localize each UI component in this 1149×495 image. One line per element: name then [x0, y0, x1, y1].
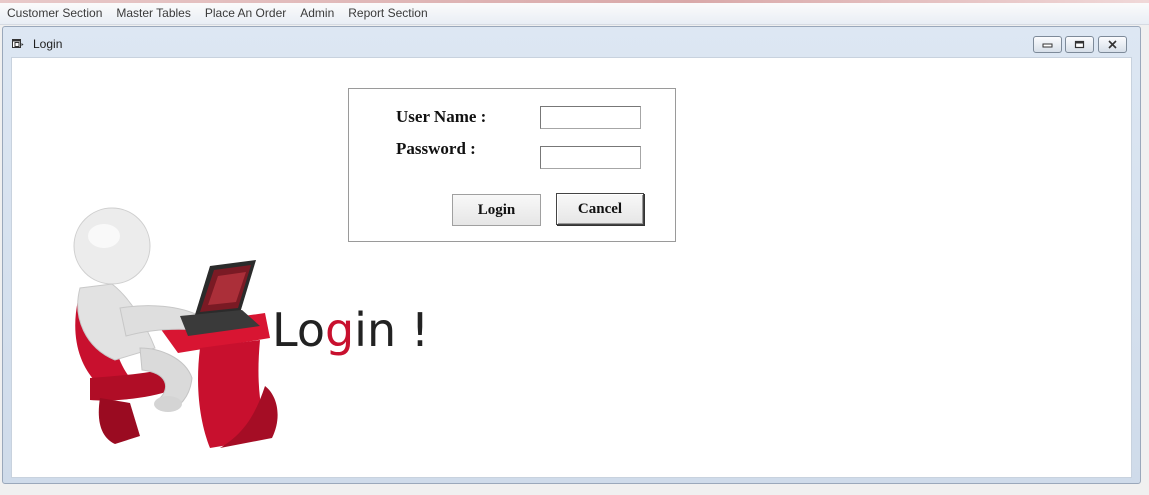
window-title: Login [33, 37, 63, 51]
restore-icon [1074, 40, 1085, 49]
menu-bar: Customer Section Master Tables Place An … [0, 3, 1149, 25]
laptop [180, 260, 260, 336]
menu-report-section[interactable]: Report Section [341, 3, 434, 24]
menu-customer-section[interactable]: Customer Section [0, 3, 109, 24]
menu-master-tables[interactable]: Master Tables [109, 3, 197, 24]
login-form-area: User Name : Password : Login Cancel Logi… [11, 57, 1132, 478]
login-caption: Login ! [272, 303, 429, 357]
cancel-button[interactable]: Cancel [556, 193, 644, 225]
login-illustration: Login ! [73, 207, 429, 448]
username-input[interactable] [540, 106, 641, 129]
close-button[interactable] [1098, 36, 1127, 53]
username-label: User Name : [396, 107, 487, 126]
restore-button[interactable] [1065, 36, 1094, 53]
password-input[interactable] [540, 146, 641, 169]
window-title-bar[interactable]: Login [3, 27, 1140, 57]
minimize-button[interactable] [1033, 36, 1062, 53]
close-icon [1108, 40, 1117, 49]
menu-place-an-order[interactable]: Place An Order [198, 3, 293, 24]
login-button[interactable]: Login [452, 194, 541, 226]
password-label: Password : [396, 139, 476, 158]
menu-admin[interactable]: Admin [293, 3, 341, 24]
login-child-window: Login User Name : Password : Login Cance… [2, 26, 1141, 484]
minimize-icon [1042, 43, 1053, 48]
status-strip [0, 484, 1149, 495]
form-window-icon[interactable] [12, 38, 24, 50]
